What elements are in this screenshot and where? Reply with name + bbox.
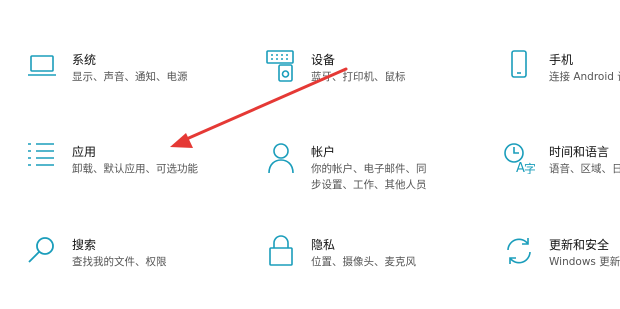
tile-description: 蓝牙、打印机、鼠标 — [311, 71, 406, 83]
tile-title: 时间和语言 — [549, 145, 610, 159]
phone-icon — [503, 50, 535, 82]
settings-tile-update-security[interactable]: 更新和安全 Windows 更新 — [503, 235, 620, 295]
tile-title: 搜索 — [72, 238, 97, 252]
tile-description: 你的帐户、电子邮件、同步设置、工作、其他人员 — [311, 163, 427, 191]
tile-title: 应用 — [72, 145, 97, 159]
tile-description: 位置、摄像头、麦克风 — [311, 256, 416, 268]
settings-tile-apps[interactable]: 应用 卸载、默认应用、可选功能 — [26, 142, 246, 202]
tile-title: 系统 — [72, 53, 97, 67]
tile-title: 更新和安全 — [549, 238, 610, 252]
svg-text:字: 字 — [524, 161, 535, 174]
settings-tile-accounts[interactable]: 帐户 你的帐户、电子邮件、同步设置、工作、其他人员 — [265, 142, 485, 202]
tile-title: 帐户 — [311, 145, 336, 159]
tile-description: Windows 更新 — [549, 256, 620, 268]
search-icon — [26, 235, 58, 267]
settings-tile-system[interactable]: 系统 显示、声音、通知、电源 — [26, 50, 246, 110]
tile-title: 设备 — [311, 53, 336, 67]
tile-description: 显示、声音、通知、电源 — [72, 71, 188, 83]
laptop-icon — [26, 50, 58, 82]
settings-tile-phone[interactable]: 手机 连接 Android 设 — [503, 50, 620, 110]
apps-list-icon — [26, 142, 58, 174]
settings-tile-devices[interactable]: 设备 蓝牙、打印机、鼠标 — [265, 50, 485, 110]
tile-title: 隐私 — [311, 238, 336, 252]
tile-description: 查找我的文件、权限 — [72, 256, 167, 268]
settings-tile-privacy[interactable]: 隐私 位置、摄像头、麦克风 — [265, 235, 485, 295]
person-icon — [265, 142, 297, 174]
time-language-icon: A 字 — [503, 142, 535, 174]
tile-description: 连接 Android 设 — [549, 71, 620, 83]
lock-icon — [265, 235, 297, 267]
devices-icon — [265, 50, 297, 82]
settings-tile-time-language[interactable]: A 字 时间和语言 语音、区域、日 — [503, 142, 620, 202]
tile-description: 卸载、默认应用、可选功能 — [72, 163, 198, 175]
tile-title: 手机 — [549, 53, 574, 67]
sync-icon — [503, 235, 535, 267]
tile-description: 语音、区域、日 — [549, 163, 620, 175]
settings-tile-search[interactable]: 搜索 查找我的文件、权限 — [26, 235, 246, 295]
